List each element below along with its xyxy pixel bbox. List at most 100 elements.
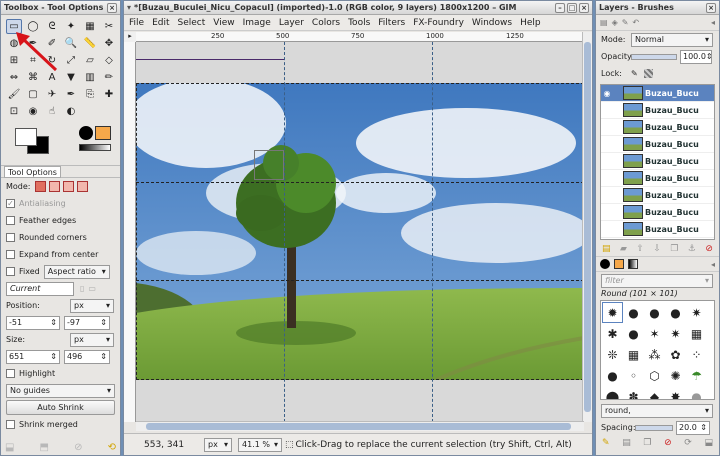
landscape-icon[interactable]: ▭ <box>88 284 96 293</box>
size-width-input[interactable]: 651 ⇕ <box>6 349 60 364</box>
menu-colors[interactable]: Colors <box>312 18 340 28</box>
edit-brush-icon[interactable]: ✎ <box>602 438 610 448</box>
maximize-icon[interactable]: □ <box>567 2 577 13</box>
shrink-merged-row[interactable]: Shrink merged <box>1 416 120 433</box>
layer-row[interactable]: Buzau_Bucu <box>601 187 714 204</box>
duplicate-layer-icon[interactable]: ❐ <box>670 244 678 254</box>
brush-filter-input[interactable]: filter ▾ <box>601 273 713 288</box>
layer-row[interactable]: Buzau_Bucu <box>601 119 714 136</box>
unit-combo[interactable]: px ▾ <box>204 437 232 452</box>
new-brush-icon[interactable]: ▤ <box>622 438 631 448</box>
pencil-icon[interactable]: ✏ <box>101 70 117 85</box>
add-mode-icon[interactable] <box>48 181 60 192</box>
close-icon[interactable]: × <box>706 2 716 13</box>
airbrush-icon[interactable]: ✈ <box>44 87 60 102</box>
zoom-icon[interactable]: 🔍 <box>63 36 79 51</box>
menu-help[interactable]: Help <box>520 18 541 28</box>
paths-tab-icon[interactable]: ✎ <box>622 18 629 27</box>
shear-icon[interactable]: ▱ <box>82 53 98 68</box>
lock-alpha-icon[interactable] <box>643 69 653 78</box>
flower-brush-icon[interactable]: ✿ <box>666 345 685 364</box>
highlight-row[interactable]: Highlight <box>1 365 120 382</box>
new-layer-icon[interactable]: ▤ <box>602 244 611 254</box>
gradients-tab-icon[interactable] <box>628 259 638 269</box>
minimize-icon[interactable]: – <box>555 2 565 13</box>
diamond-brush-icon[interactable]: ◆ <box>645 387 664 400</box>
grid-brush-icon[interactable]: ▦ <box>624 345 643 364</box>
flower-brush-icon[interactable]: ❊ <box>603 345 622 364</box>
bucket-fill-icon[interactable]: ▼ <box>63 70 79 85</box>
foreground-color-swatch[interactable] <box>15 128 37 146</box>
select-by-color-icon[interactable]: ▦ <box>82 19 98 34</box>
window-menu-icon[interactable]: ▾ <box>127 3 131 12</box>
opacity-input[interactable]: 100.0 ⇕ <box>680 49 713 64</box>
spin-arrows-icon[interactable]: ⇕ <box>100 351 107 363</box>
brush-grid[interactable]: ✹ ● ● ● ✷ ✱ ● ✶ ✷ ▦ ❊ ▦ ⁂ ✿ ⁘ ● ◦ ⬡ ✺ ☂ ● ✽ ◆ ✸ ● <box>600 300 715 400</box>
round-fuzzy-brush-icon[interactable]: ● <box>624 324 643 343</box>
expand-from-center-checkbox[interactable] <box>6 250 15 259</box>
scissors-icon[interactable]: ✂ <box>101 19 117 34</box>
layer-row[interactable]: Buzau_Bucu <box>601 153 714 170</box>
delete-layer-icon[interactable]: ⊘ <box>705 244 713 254</box>
spin-arrows-icon[interactable]: ⇕ <box>706 51 713 63</box>
restore-options-icon[interactable]: ⬒ <box>40 442 49 453</box>
star-brush-icon[interactable]: ✸ <box>666 387 685 400</box>
size-unit-combo[interactable]: px ▾ <box>70 332 114 347</box>
ink-icon[interactable]: ✒ <box>63 87 79 102</box>
star-brush-icon[interactable]: ✹ <box>602 302 623 323</box>
feather-edges-checkbox[interactable] <box>6 216 15 225</box>
paintbrush-icon[interactable]: 🖌 <box>6 87 22 102</box>
perspective-clone-icon[interactable]: ⊡ <box>6 104 22 119</box>
size-height-input[interactable]: 496 ⇕ <box>64 349 110 364</box>
delete-brush-icon[interactable]: ⊘ <box>664 438 672 448</box>
move-icon[interactable]: ✥ <box>101 36 117 51</box>
canvas[interactable] <box>136 42 584 422</box>
shrink-merged-checkbox[interactable] <box>6 420 15 429</box>
opacity-slider[interactable] <box>631 53 677 60</box>
menu-windows[interactable]: Windows <box>472 18 512 28</box>
blend-icon[interactable]: ▥ <box>82 70 98 85</box>
rounded-corners-checkbox[interactable] <box>6 233 15 242</box>
layer-list[interactable]: ◉ Buzau_Bucu Buzau_Bucu Buzau_Bucu Buzau_Buc… <box>600 84 715 240</box>
smudge-icon[interactable]: ☝ <box>44 104 60 119</box>
quick-mask-corner-icon[interactable]: ▸ <box>124 32 136 42</box>
blur-icon[interactable]: ◉ <box>25 104 41 119</box>
horizontal-ruler[interactable]: 250 500 750 1000 1250 <box>136 32 584 42</box>
splatter-brush-icon[interactable]: ✷ <box>687 303 706 322</box>
menu-layer[interactable]: Layer <box>279 18 304 28</box>
open-brush-editor-icon[interactable]: ⬓ <box>704 438 713 448</box>
spin-arrows-icon[interactable]: ⇕ <box>50 317 57 329</box>
guides-combo[interactable]: No guides ▾ <box>6 383 115 398</box>
portrait-icon[interactable]: ▯ <box>80 284 84 293</box>
layer-row[interactable]: Buzau_Bucu <box>601 204 714 221</box>
fuzzy-select-icon[interactable]: ✦ <box>63 19 79 34</box>
panel-menu-icon[interactable]: ◂ <box>711 18 715 27</box>
duplicate-brush-icon[interactable]: ❐ <box>643 438 651 448</box>
raise-layer-icon[interactable]: ⇧ <box>636 244 644 254</box>
delete-options-icon[interactable]: ⊘ <box>74 442 82 453</box>
layer-row[interactable]: Buzau_Bucu <box>601 102 714 119</box>
lock-pixels-icon[interactable]: ✎ <box>631 69 638 78</box>
splatter-brush-icon[interactable]: ✷ <box>666 324 685 343</box>
horizontal-scrollbar[interactable] <box>136 421 584 431</box>
save-options-icon[interactable]: ⬓ <box>5 442 14 453</box>
layer-row[interactable]: ◉ Buzau_Bucu <box>601 85 714 102</box>
dots-brush-icon[interactable]: ⁂ <box>645 345 664 364</box>
undo-tab-icon[interactable]: ↶ <box>632 18 639 27</box>
scale-icon[interactable]: ⤢ <box>63 53 79 68</box>
auto-shrink-button[interactable]: Auto Shrink <box>6 400 115 415</box>
refresh-brushes-icon[interactable]: ⟳ <box>684 438 692 448</box>
menu-filters[interactable]: Filters <box>378 18 405 28</box>
round-hard-brush-icon[interactable]: ● <box>603 366 622 385</box>
panel-menu-icon[interactable]: ◂ <box>711 260 715 269</box>
galaxy-brush-icon[interactable]: ✽ <box>624 387 643 400</box>
spacing-input[interactable]: 20.0 ⇕ <box>676 420 710 435</box>
small-round-brush-icon[interactable]: ◦ <box>624 366 643 385</box>
texture-brush-icon[interactable]: ▦ <box>687 324 706 343</box>
brushes-tab-icon[interactable] <box>600 259 610 269</box>
position-unit-combo[interactable]: px ▾ <box>70 298 114 313</box>
large-round-brush-icon[interactable]: ● <box>603 387 622 399</box>
subtract-mode-icon[interactable] <box>62 181 74 192</box>
active-brush-preview[interactable] <box>79 126 93 140</box>
sparks-brush-icon[interactable]: ✺ <box>666 366 685 385</box>
